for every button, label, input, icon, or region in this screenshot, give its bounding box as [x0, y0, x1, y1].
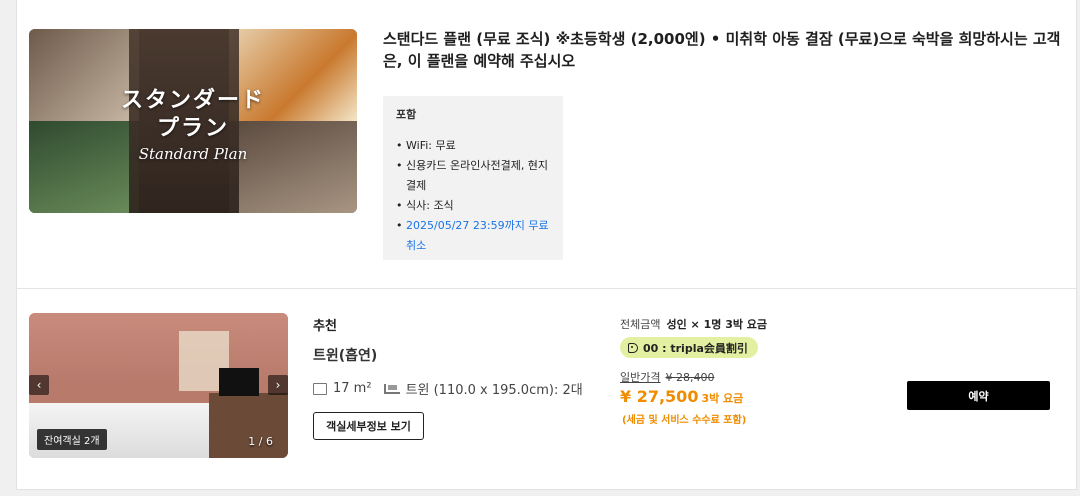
carousel-next-button[interactable]: › [268, 375, 288, 395]
total-desc: 성인 × 1명 3박 요금 [666, 318, 768, 331]
promo-badge: 00 : tripla会員割引 [620, 337, 758, 358]
plan-image-title: スタンダード プラン [29, 87, 357, 143]
vacancy-badge: 잔여객실 2개 [37, 429, 107, 450]
room-meta: 17 m² 트윈 (110.0 x 195.0cm): 2대 [313, 379, 583, 398]
room-size-icon [313, 382, 327, 395]
price-amount: ¥ 27,500 [620, 387, 699, 406]
regular-price-label: 일반가격 [620, 371, 661, 384]
plan-image-title-line2: プラン [156, 116, 229, 141]
bed-icon [383, 383, 400, 394]
discount-price: ¥ 27,500 3박 요금 [620, 387, 743, 406]
plan-image[interactable]: スタンダード プラン Standard Plan [29, 29, 357, 213]
includes-list: WiFi: 무료 신용카드 온라인사전결제, 현지결제 식사: 조식 2025/… [396, 136, 550, 256]
recommend-label: 추천 [313, 319, 337, 334]
room-image-carousel[interactable]: ‹ › 잔여객실 2개 1 / 6 [29, 313, 288, 458]
includes-box: 포함 WiFi: 무료 신용카드 온라인사전결제, 현지결제 식사: 조식 20… [383, 96, 563, 260]
divider [16, 288, 1077, 289]
carousel-prev-button[interactable]: ‹ [29, 375, 49, 395]
room-name: 트윈(흡연) [313, 348, 378, 364]
promo-text: 00 : tripla会員割引 [643, 341, 748, 355]
includes-header: 포함 [396, 108, 417, 121]
carousel-counter: 1 / 6 [248, 435, 273, 448]
plan-title: 스탠다드 플랜 (무료 조식) ※초등학생 (2,000엔) • 미취학 아동 … [383, 30, 1061, 70]
total-label: 전체금액 [620, 318, 661, 331]
tag-icon [628, 342, 638, 353]
room-beds: 트윈 (110.0 x 195.0cm): 2대 [405, 383, 583, 398]
room-details-button[interactable]: 객실세부정보 보기 [313, 412, 424, 440]
plan-image-title-line1: スタンダード [120, 88, 265, 113]
plan-image-subtitle: Standard Plan [138, 145, 248, 163]
regular-price: 일반가격 ¥ 28,400 [620, 369, 714, 385]
tax-note: (세금 및 서비스 수수료 포함) [622, 415, 747, 426]
includes-item-cancellation-link[interactable]: 2025/05/27 23:59까지 무료취소 [396, 216, 550, 256]
total-price-label: 전체금액 성인 × 1명 3박 요금 [620, 316, 767, 332]
includes-item-payment: 신용카드 온라인사전결제, 현지결제 [396, 156, 550, 196]
book-button[interactable]: 예약 [907, 381, 1050, 410]
regular-price-value: ¥ 28,400 [665, 371, 715, 384]
includes-item-meal: 식사: 조식 [396, 196, 550, 216]
room-size: 17 m² [333, 381, 372, 396]
includes-item-wifi: WiFi: 무료 [396, 136, 550, 156]
price-unit: 3박 요금 [701, 392, 744, 405]
